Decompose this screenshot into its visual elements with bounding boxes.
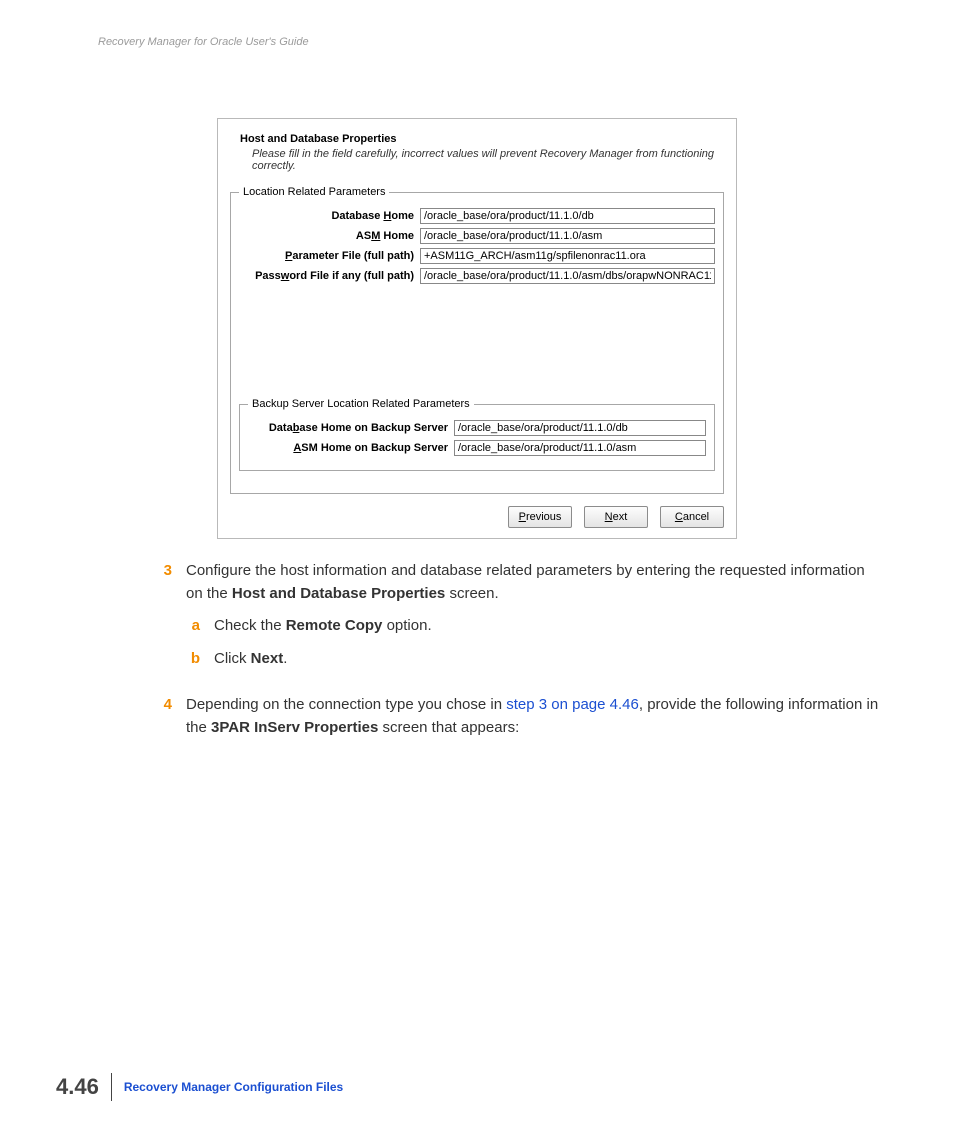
fieldset-backup-server: Backup Server Location Related Parameter… [239,398,715,471]
dialog-title: Host and Database Properties [240,133,724,145]
row-asm-home-backup: ASM Home on Backup Server [248,440,706,456]
page-footer: 4.46 Recovery Manager Configuration File… [56,1073,343,1101]
footer-divider [111,1073,112,1101]
page-number: 4.46 [56,1074,99,1100]
substep-text: Check the Remote Copy option. [214,615,432,638]
input-password-file[interactable] [420,268,715,284]
row-database-home: Database Home [239,208,715,224]
step-number: 4 [158,694,172,739]
substep-text: Click Next. [214,648,287,671]
dialog-host-database-properties: Host and Database Properties Please fill… [217,118,737,539]
cancel-button[interactable]: Cancel [660,506,724,528]
label-database-home: Database Home [239,210,414,222]
label-db-home-backup: Database Home on Backup Server [248,422,448,434]
fieldset-location-parameters: Location Related Parameters Database Hom… [230,186,724,494]
spacer [239,288,715,398]
input-asm-home-backup[interactable] [454,440,706,456]
row-parameter-file: Parameter File (full path) [239,248,715,264]
substep-letter: a [186,615,200,638]
previous-button[interactable]: Previous [508,506,572,528]
step-content: Configure the host information and datab… [186,560,880,680]
row-asm-home: ASM Home [239,228,715,244]
substeps: a Check the Remote Copy option. b Click … [186,615,880,670]
next-button[interactable]: Next [584,506,648,528]
dialog-subtitle: Please fill in the field carefully, inco… [252,148,724,172]
step-4: 4 Depending on the connection type you c… [158,694,880,739]
label-password-file: Password File if any (full path) [239,270,414,282]
dialog-footer: Previous Next Cancel [230,506,724,528]
substep-a: a Check the Remote Copy option. [186,615,880,638]
legend-backup-server: Backup Server Location Related Parameter… [248,398,474,410]
footer-section-title: Recovery Manager Configuration Files [124,1080,343,1094]
row-db-home-backup: Database Home on Backup Server [248,420,706,436]
input-asm-home[interactable] [420,228,715,244]
step-number: 3 [158,560,172,680]
label-asm-home: ASM Home [239,230,414,242]
row-password-file: Password File if any (full path) [239,268,715,284]
step-3: 3 Configure the host information and dat… [158,560,880,680]
legend-location: Location Related Parameters [239,186,389,198]
step-content: Depending on the connection type you cho… [186,694,880,739]
substep-letter: b [186,648,200,671]
running-header: Recovery Manager for Oracle User's Guide [98,36,309,48]
label-asm-home-backup: ASM Home on Backup Server [248,442,448,454]
input-db-home-backup[interactable] [454,420,706,436]
cross-reference-link[interactable]: step 3 on page 4.46 [506,696,639,713]
substep-b: b Click Next. [186,648,880,671]
instruction-text: 3 Configure the host information and dat… [158,560,880,753]
label-parameter-file: Parameter File (full path) [239,250,414,262]
input-database-home[interactable] [420,208,715,224]
input-parameter-file[interactable] [420,248,715,264]
